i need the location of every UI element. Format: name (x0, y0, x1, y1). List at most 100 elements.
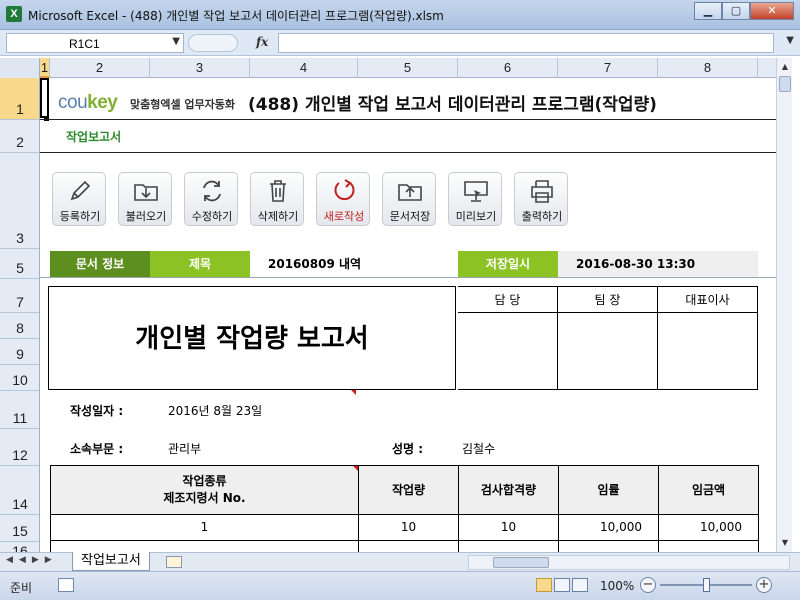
name-box-value: R1C1 (69, 37, 100, 51)
sheet-subtitle: 작업보고서 (66, 130, 122, 144)
doc-info-label: 문서 정보 (50, 251, 150, 277)
edit-button[interactable]: 수정하기 (184, 172, 238, 226)
scroll-up-icon[interactable]: ▲ (777, 60, 793, 74)
expand-formula-icon[interactable]: ▼ (786, 35, 794, 46)
horizontal-scrollbar[interactable] (468, 555, 790, 570)
window-controls: ▁ ▢ ✕ (694, 2, 794, 20)
approval-ceo[interactable]: 대표이사 (658, 286, 758, 390)
maximize-button[interactable]: ▢ (722, 2, 750, 20)
row-number: 14 (12, 496, 28, 512)
table-row[interactable] (659, 541, 759, 552)
column-header-8[interactable]: 8 (658, 58, 758, 78)
load-button[interactable]: 불러오기 (118, 172, 172, 226)
insert-function-icon[interactable]: fx (256, 35, 268, 49)
report-title[interactable]: 개인별 작업량 보고서 (48, 286, 456, 390)
zoom-out-icon[interactable]: − (640, 577, 656, 593)
column-header-4[interactable]: 4 (250, 58, 358, 78)
approval-staff[interactable]: 담 당 (458, 286, 558, 390)
table-row[interactable] (459, 541, 559, 552)
table-row[interactable] (359, 541, 459, 552)
approval-team-lead[interactable]: 팀 장 (558, 286, 658, 390)
comment-indicator[interactable] (351, 390, 356, 395)
zoom-slider-thumb[interactable] (703, 578, 710, 592)
close-button[interactable]: ✕ (750, 2, 794, 20)
department-value[interactable]: 관리부 (168, 440, 201, 457)
table-cell-no[interactable]: 1 (50, 514, 359, 541)
table-cell-quantity[interactable]: 10 (359, 514, 459, 541)
new-document-button[interactable]: 새로작성 (316, 172, 370, 226)
title-label: 제목 (150, 251, 250, 277)
preview-button[interactable]: 미리보기 (448, 172, 502, 226)
refresh-icon (203, 180, 221, 202)
column-header-7[interactable]: 7 (558, 58, 658, 78)
printer-icon (531, 180, 553, 203)
excel-app-icon[interactable]: X (6, 6, 22, 22)
name-box[interactable]: R1C1 ▼ (6, 33, 184, 53)
column-header-3[interactable]: 3 (150, 58, 250, 78)
table-cell-passed[interactable]: 10 (459, 514, 559, 541)
row-number: 3 (16, 230, 24, 246)
insert-sheet-icon[interactable] (166, 556, 182, 568)
column-header-6[interactable]: 6 (458, 58, 558, 78)
delete-button[interactable]: 삭제하기 (250, 172, 304, 226)
title-value[interactable]: 20160809 내역 (250, 251, 458, 277)
row-header-9[interactable]: 9 (0, 339, 39, 365)
table-header-quantity: 작업량 (359, 465, 459, 515)
name-value[interactable]: 김철수 (462, 440, 495, 457)
row-header-12[interactable]: 12 (0, 429, 39, 466)
saved-at-value[interactable]: 2016-08-30 13:30 (558, 251, 758, 277)
row-header-15[interactable]: 15 (0, 515, 39, 542)
column-header-1[interactable]: 1 (40, 58, 50, 78)
macro-record-icon[interactable] (58, 578, 74, 592)
page-break-view-icon[interactable] (572, 578, 588, 592)
scroll-down-icon[interactable]: ▼ (777, 536, 793, 550)
vertical-scroll-thumb[interactable] (779, 76, 791, 92)
print-button[interactable]: 출력하기 (514, 172, 568, 226)
date-label: 작성일자 : (70, 404, 124, 418)
formula-input[interactable] (278, 33, 774, 53)
row-header-14[interactable]: 14 (0, 466, 39, 515)
new-document-icon (334, 179, 355, 201)
worksheet[interactable]: coukey 맞춤형엑셀 업무자동화 (488) 개인별 작업 보고서 데이터관… (40, 78, 776, 552)
comment-indicator[interactable] (353, 466, 358, 471)
monitor-icon (464, 181, 488, 202)
row-number: 2 (16, 134, 24, 150)
row-header-5[interactable]: 5 (0, 249, 39, 279)
zoom-level[interactable]: 100% (600, 579, 634, 593)
coukey-logo: coukey (58, 92, 118, 114)
tool-label: 출력하기 (521, 210, 563, 223)
normal-view-icon[interactable] (536, 578, 552, 592)
row-header-16[interactable]: 16 (0, 542, 39, 552)
info-divider (40, 277, 776, 278)
row-header-2[interactable]: 2 (0, 120, 39, 153)
zoom-in-icon[interactable]: + (756, 577, 772, 593)
date-value[interactable]: 2016년 8월 23일 (168, 402, 262, 419)
row-header-11[interactable]: 11 (0, 391, 39, 429)
vertical-scrollbar[interactable]: ▲ ▼ (776, 58, 792, 552)
row-header-1[interactable]: 1 (0, 78, 39, 120)
table-row[interactable] (559, 541, 659, 552)
sheet-nav-arrows-icon[interactable]: ◀◀▶▶ (6, 555, 58, 565)
chevron-down-icon[interactable]: ▼ (172, 36, 180, 47)
column-header-2[interactable]: 2 (50, 58, 150, 78)
page-layout-view-icon[interactable] (554, 578, 570, 592)
minimize-button[interactable]: ▁ (694, 2, 722, 20)
table-header-rate: 임률 (559, 465, 659, 515)
status-mode: 준비 (10, 581, 33, 595)
selected-cell[interactable] (40, 78, 49, 118)
register-button[interactable]: 등록하기 (52, 172, 106, 226)
table-cell-amount[interactable]: 10,000 (659, 514, 759, 541)
column-header: 1 2 3 4 5 6 7 8 (0, 58, 790, 78)
select-all-corner[interactable] (0, 58, 40, 78)
sheet-tab-report[interactable]: 작업보고서 (72, 552, 150, 571)
table-row[interactable] (50, 541, 359, 552)
name-label: 성명 : (392, 442, 424, 456)
row-header-8[interactable]: 8 (0, 313, 39, 339)
row-header-7[interactable]: 7 (0, 279, 39, 313)
save-document-button[interactable]: 문서저장 (382, 172, 436, 226)
row-header-10[interactable]: 10 (0, 365, 39, 391)
horizontal-scroll-thumb[interactable] (493, 557, 549, 568)
column-header-5[interactable]: 5 (358, 58, 458, 78)
table-cell-rate[interactable]: 10,000 (559, 514, 659, 541)
row-header-3[interactable]: 3 (0, 153, 39, 249)
